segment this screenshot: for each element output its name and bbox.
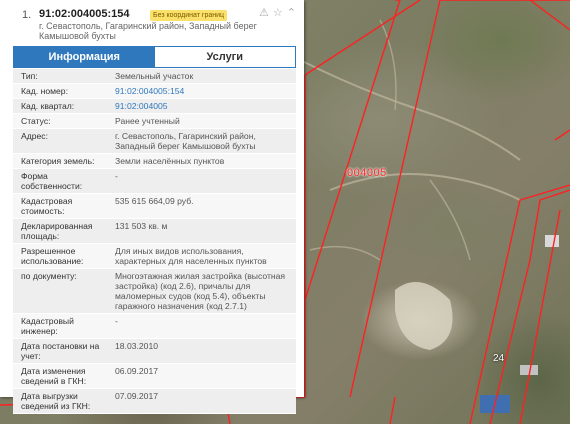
- row-label: Декларированная площадь:: [21, 221, 93, 241]
- star-icon[interactable]: ☆: [273, 8, 283, 19]
- tab-services[interactable]: Услуги: [154, 47, 295, 67]
- warning-icon[interactable]: ⚠: [259, 8, 269, 19]
- table-row: Категория земель: Земли населённых пункт…: [13, 154, 296, 169]
- table-row: Тип: Земельный участок: [13, 69, 296, 84]
- panel-tabs: Информация Услуги: [13, 46, 296, 68]
- no-boundaries-badge: Без координат границ: [150, 10, 228, 21]
- row-value: 18.03.2010: [115, 341, 159, 351]
- row-label: по документу:: [21, 271, 77, 281]
- tab-information[interactable]: Информация: [14, 47, 155, 67]
- row-value: -: [115, 316, 118, 326]
- table-row: Дата выгрузки сведений из ГКН: 07.09.201…: [13, 389, 296, 414]
- table-row: Кад. квартал: 91:02:004005: [13, 99, 296, 114]
- row-label: Дата изменения сведений в ГКН:: [21, 366, 87, 386]
- row-label: Адрес:: [21, 131, 48, 141]
- table-row: Кадастровая стоимость: 535 615 664,09 ру…: [13, 194, 296, 219]
- row-label: Форма собственности:: [21, 171, 83, 191]
- row-value: 535 615 664,09 руб.: [115, 196, 194, 206]
- row-value: Земли населённых пунктов: [115, 156, 225, 166]
- table-row: по документу: Многоэтажная жилая застрой…: [13, 269, 296, 314]
- row-label: Дата постановки на учет:: [21, 341, 100, 361]
- header-address: г. Севастополь, Гагаринский район, Запад…: [39, 21, 257, 41]
- row-label: Дата выгрузки сведений из ГКН:: [21, 391, 91, 411]
- collapse-icon[interactable]: ⌃: [287, 8, 296, 19]
- table-row: Форма собственности: -: [13, 169, 296, 194]
- table-row: Декларированная площадь: 131 503 кв. м: [13, 219, 296, 244]
- table-row: Дата постановки на учет: 18.03.2010: [13, 339, 296, 364]
- row-value: г. Севастополь, Гагаринский район, Запад…: [115, 131, 256, 151]
- cadastral-number-title[interactable]: 91:02:004005:154: [39, 8, 130, 20]
- parcel-attributes-table: Тип: Земельный участок Кад. номер: 91:02…: [13, 69, 296, 414]
- row-value: Земельный участок: [115, 71, 194, 81]
- row-value: Многоэтажная жилая застройка (высотная з…: [115, 271, 286, 311]
- cadastral-number-link[interactable]: 91:02:004005:154: [111, 84, 296, 98]
- parcel-info-panel: 1. 91:02:004005:154 Без координат границ…: [0, 0, 304, 414]
- row-label: Статус:: [21, 116, 51, 126]
- row-label: Тип:: [21, 71, 38, 81]
- cadastral-quarter-link[interactable]: 91:02:004005: [111, 99, 296, 113]
- row-value: -: [115, 171, 118, 181]
- map-parcel-number: 24: [493, 353, 505, 364]
- row-label: Кад. квартал:: [21, 101, 75, 111]
- row-value: 131 503 кв. м: [115, 221, 168, 231]
- map-quarter-label: 004005: [347, 167, 387, 179]
- table-row: Дата изменения сведений в ГКН: 06.09.201…: [13, 364, 296, 389]
- table-row: Кадастровый инженер: -: [13, 314, 296, 339]
- row-value: 06.09.2017: [115, 366, 159, 376]
- header-actions: ⚠ ☆ ⌃: [259, 8, 296, 19]
- row-label: Кадастровая стоимость:: [21, 196, 73, 216]
- row-label: Разрешенное использование:: [21, 246, 84, 266]
- row-label: Кад. номер:: [21, 86, 68, 96]
- table-row: Кад. номер: 91:02:004005:154: [13, 84, 296, 99]
- result-index: 1.: [22, 9, 32, 21]
- table-row: Разрешенное использование: Для иных видо…: [13, 244, 296, 269]
- row-value: 07.09.2017: [115, 391, 159, 401]
- row-value: Ранее учтенный: [115, 116, 180, 126]
- table-row: Адрес: г. Севастополь, Гагаринский район…: [13, 129, 296, 154]
- row-label: Категория земель:: [21, 156, 95, 166]
- row-value: Для иных видов использования, характерны…: [115, 246, 267, 266]
- panel-header: 1. 91:02:004005:154 Без координат границ…: [0, 0, 304, 44]
- row-label: Кадастровый инженер:: [21, 316, 74, 336]
- table-row: Статус: Ранее учтенный: [13, 114, 296, 129]
